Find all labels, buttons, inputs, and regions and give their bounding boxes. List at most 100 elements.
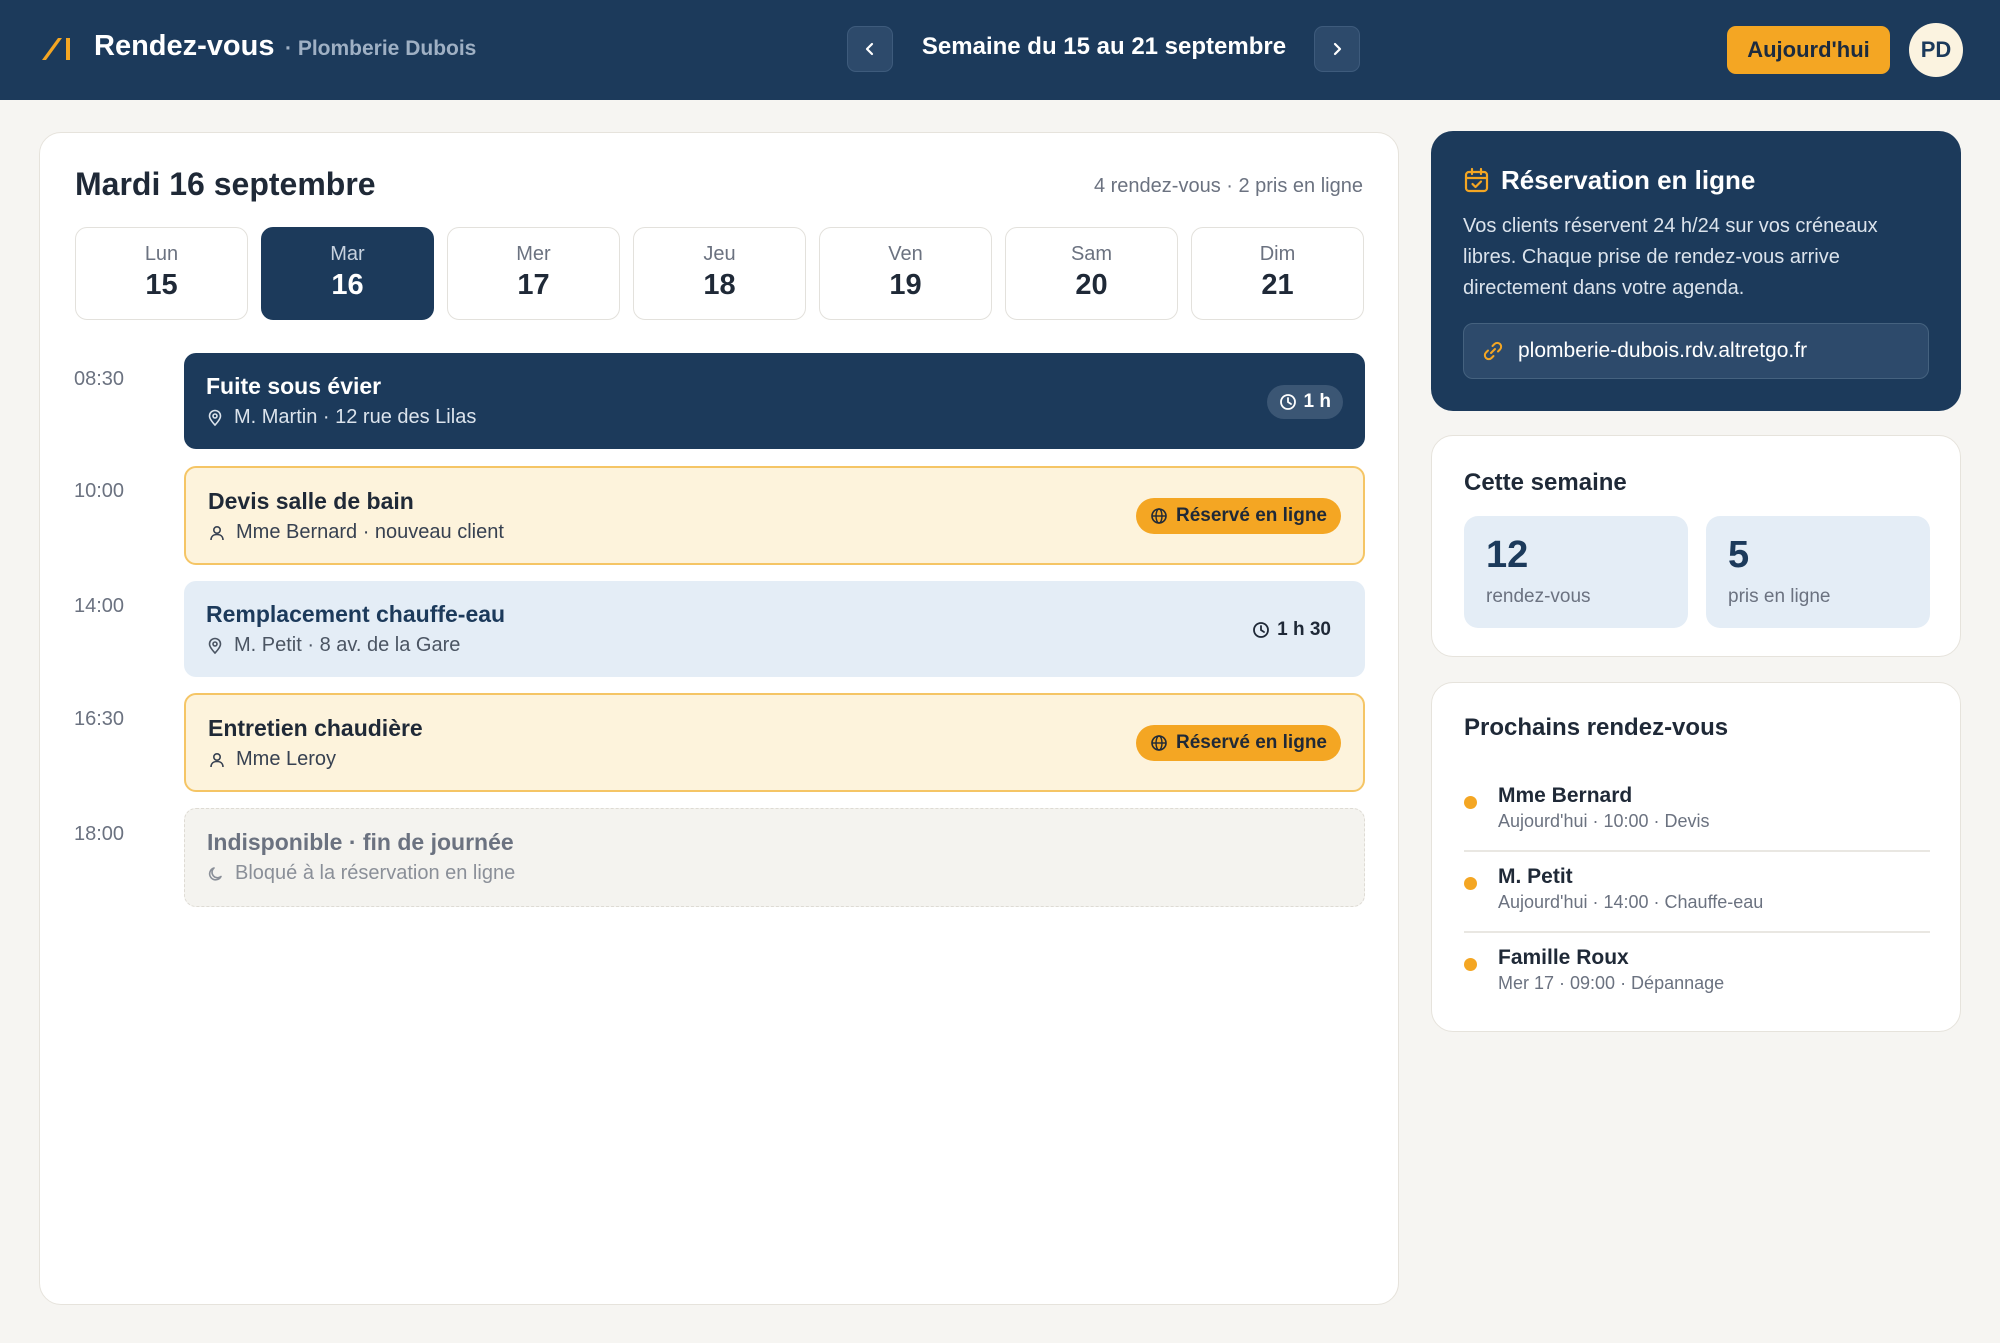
booking-link[interactable]: plomberie-dubois.rdv.altretgo.fr	[1463, 323, 1929, 379]
appointment-title: Indisponible · fin de journée	[207, 829, 514, 855]
stat-appointments: 12 rendez-vous	[1464, 516, 1688, 628]
upcoming-detail: Aujourd'hui · 10:00 · Devis	[1498, 811, 1710, 831]
day-tab-name: Mar	[330, 243, 365, 265]
stat-label: pris en ligne	[1728, 586, 1831, 607]
appointment-title: Remplacement chauffe-eau	[206, 601, 506, 627]
status-dot	[1464, 796, 1477, 809]
upcoming-appointments-card: Prochains rendez-vous Mme Bernard Aujour…	[1431, 682, 1961, 1032]
week-label: Semaine du 15 au 21 septembre	[921, 33, 1287, 60]
appointment-subtitle: Mme Bernard · nouveau client	[236, 521, 504, 543]
day-tab-name: Lun	[144, 243, 179, 265]
globe-icon	[1151, 508, 1167, 524]
status-dot	[1464, 877, 1477, 890]
day-tab-name: Jeu	[703, 243, 736, 265]
duration-badge: 1 h	[1266, 385, 1343, 419]
chevron-right-icon	[1333, 42, 1342, 56]
week-stats-card: Cette semaine 12 rendez-vous 5 pris en l…	[1431, 435, 1961, 657]
time-slot-label: 16:30	[74, 708, 125, 730]
appointment-title: Entretien chaudière	[208, 715, 423, 741]
time-slot-label: 10:00	[74, 480, 125, 502]
badge-text: Réservé en ligne	[1175, 732, 1327, 753]
duration-badge: 1 h 30	[1240, 613, 1343, 647]
list-item[interactable]: M. Petit Aujourd'hui · 14:00 · Chauffe-e…	[1464, 853, 1930, 933]
day-tab-sam[interactable]: Sam 20	[1005, 227, 1178, 320]
avatar[interactable]: PD	[1909, 23, 1963, 77]
day-tab-dim[interactable]: Dim 21	[1191, 227, 1364, 320]
day-tab-number: 15	[145, 269, 178, 301]
divider	[1464, 850, 1930, 852]
appointment-details: Bloqué à la réservation en ligne	[207, 862, 515, 885]
day-tab-name: Sam	[1070, 243, 1113, 265]
day-tab-number: 19	[889, 269, 922, 301]
appointment-details: Mme Leroy	[208, 748, 336, 771]
appointment-subtitle: M. Martin · 12 rue des Lilas	[234, 406, 477, 428]
appointment-subtitle: Mme Leroy	[236, 748, 337, 770]
chevron-left-icon	[865, 42, 874, 56]
app-title: Rendez-vous	[94, 30, 275, 62]
clock-icon	[1279, 394, 1296, 410]
booked-online-badge: Réservé en ligne	[1135, 498, 1341, 534]
day-tab-number: 17	[517, 269, 550, 301]
person-icon	[210, 752, 224, 767]
online-booking-description: Vos clients réservent 24 h/24 sur vos cr…	[1463, 215, 1878, 299]
upcoming-name: M. Petit	[1498, 865, 1573, 888]
previous-week-button[interactable]	[847, 26, 893, 72]
appointment-title: Devis salle de bain	[208, 488, 414, 514]
clock-icon	[1253, 622, 1270, 638]
appointment-details: Mme Bernard · nouveau client	[208, 521, 504, 544]
day-tab-mar[interactable]: Mar 16	[261, 227, 434, 320]
week-stats-title: Cette semaine	[1464, 469, 1627, 496]
appointment-card[interactable]: Remplacement chauffe-eau M. Petit · 8 av…	[184, 581, 1365, 677]
day-tab-number: 20	[1075, 269, 1108, 301]
stat-label: rendez-vous	[1486, 586, 1591, 607]
upcoming-title: Prochains rendez-vous	[1464, 714, 1729, 741]
upcoming-detail: Aujourd'hui · 14:00 · Chauffe-eau	[1498, 892, 1764, 912]
location-pin-icon	[208, 637, 222, 654]
duration-text: 1 h 30	[1277, 619, 1331, 640]
location-pin-icon	[208, 409, 222, 426]
top-bar: Rendez-vous · Plomberie Dubois Semaine d…	[0, 0, 2000, 100]
stat-number: 5	[1728, 534, 1750, 576]
today-button[interactable]: Aujourd'hui	[1727, 26, 1890, 74]
day-tab-name: Ven	[888, 243, 923, 265]
appointment-card[interactable]: Entretien chaudière Mme Leroy Réservé en…	[184, 693, 1365, 792]
day-tab-mer[interactable]: Mer 17	[447, 227, 620, 320]
list-item[interactable]: Mme Bernard Aujourd'hui · 10:00 · Devis	[1464, 772, 1930, 852]
person-icon	[210, 525, 224, 540]
appointment-subtitle: Bloqué à la réservation en ligne	[235, 862, 516, 884]
stat-number: 12	[1486, 534, 1529, 576]
time-slot-label: 08:30	[74, 368, 125, 390]
calendar-check-icon	[1464, 167, 1489, 193]
globe-icon	[1151, 735, 1167, 751]
day-tab-name: Dim	[1259, 243, 1296, 265]
stat-online: 5 pris en ligne	[1706, 516, 1930, 628]
status-dot	[1464, 958, 1477, 971]
day-tab-jeu[interactable]: Jeu 18	[633, 227, 806, 320]
upcoming-name: Famille Roux	[1498, 946, 1629, 969]
online-booking-card: Réservation en ligne Vos clients réserve…	[1431, 131, 1961, 411]
link-icon	[1483, 341, 1503, 361]
appointment-details: M. Petit · 8 av. de la Gare	[206, 634, 460, 657]
booked-online-badge: Réservé en ligne	[1135, 725, 1341, 761]
day-title: Mardi 16 septembre	[75, 166, 376, 202]
day-tab-name: Mer	[516, 243, 551, 265]
day-tab-number: 21	[1261, 269, 1294, 301]
time-slot-label: 18:00	[74, 823, 125, 845]
day-schedule-panel: Mardi 16 septembre 4 rendez-vous · 2 pri…	[39, 132, 1399, 1305]
upcoming-name: Mme Bernard	[1498, 784, 1633, 807]
moon-icon	[208, 866, 222, 881]
logo-icon	[42, 38, 70, 60]
appointment-card[interactable]: Fuite sous évier M. Martin · 12 rue des …	[184, 353, 1365, 449]
day-tab-number: 18	[703, 269, 736, 301]
day-tab-ven[interactable]: Ven 19	[819, 227, 992, 320]
divider	[1464, 931, 1930, 933]
day-tab-lun[interactable]: Lun 15	[75, 227, 248, 320]
appointment-details: M. Martin · 12 rue des Lilas	[206, 406, 476, 429]
appointment-card[interactable]: Devis salle de bain Mme Bernard · nouvea…	[184, 466, 1365, 565]
appointment-title: Fuite sous évier	[206, 373, 382, 399]
online-booking-title: Réservation en ligne	[1501, 165, 1756, 195]
next-week-button[interactable]	[1314, 26, 1360, 72]
list-item[interactable]: Famille Roux Mer 17 · 09:00 · Dépannage	[1464, 934, 1930, 1014]
time-slot-label: 14:00	[74, 595, 125, 617]
badge-text: Réservé en ligne	[1175, 505, 1327, 526]
